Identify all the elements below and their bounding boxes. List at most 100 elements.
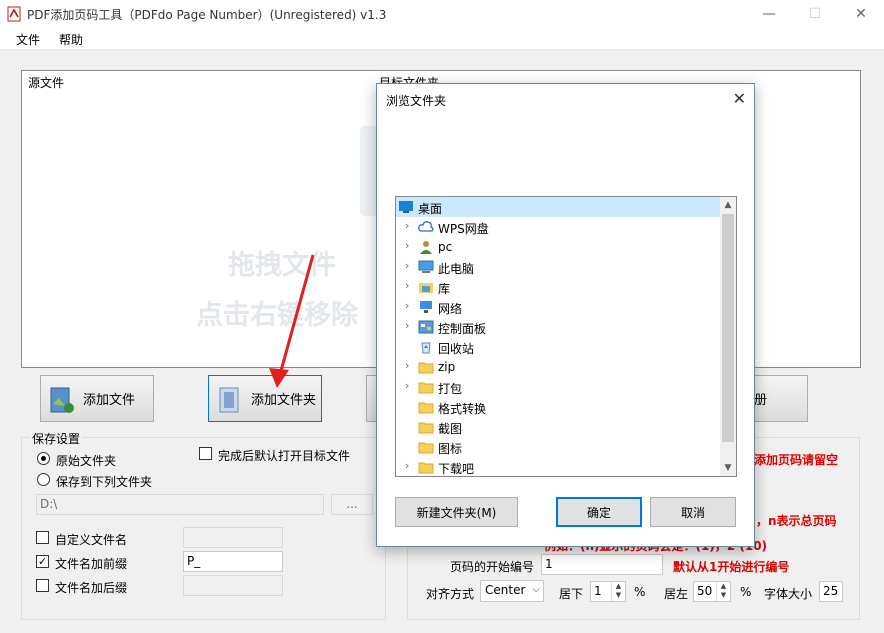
prefix-input[interactable]: P_ xyxy=(183,551,283,572)
expand-chevron-icon[interactable]: › xyxy=(405,239,415,252)
radio-save-to-folder[interactable] xyxy=(37,473,50,486)
tree-item[interactable]: › zip xyxy=(396,357,722,377)
tree-item-label: 打包 xyxy=(438,382,463,396)
left-stepper[interactable]: 50 ▲ ▼ xyxy=(693,581,731,602)
folder-icon xyxy=(418,420,434,434)
new-folder-button[interactable]: 新建文件夹(M) xyxy=(395,497,518,527)
bottom-unit: % xyxy=(634,585,646,599)
folder-icon xyxy=(418,400,434,414)
scroll-down-icon[interactable]: ▼ xyxy=(720,460,736,476)
expand-chevron-icon[interactable]: › xyxy=(405,459,415,472)
expand-chevron-icon[interactable]: › xyxy=(405,259,415,272)
window-title: PDF添加页码工具（PDFdo Page Number）(Unregistere… xyxy=(27,8,387,22)
radio-original-folder[interactable] xyxy=(37,452,50,465)
minimize-button[interactable]: — xyxy=(746,0,792,28)
user-icon xyxy=(418,240,434,254)
menu-file[interactable]: 文件 xyxy=(16,31,40,48)
align-label: 对齐方式 xyxy=(426,587,475,601)
cancel-button[interactable]: 取消 xyxy=(650,497,736,527)
tree-item-label: WPS网盘 xyxy=(438,222,489,236)
custom-name-input[interactable] xyxy=(183,527,283,548)
browse-folder-dialog: 浏览文件夹 ✕ › 下载吧 图标 截图 格式转换 › 打包 › zip 回收站 › 控制面板 › 网络 › 库… xyxy=(376,83,755,547)
prefix-label: 文件名加前缀 xyxy=(55,557,128,571)
close-button[interactable]: ✕ xyxy=(838,0,884,28)
open-after-label: 完成后默认打开目标文件 xyxy=(218,449,351,463)
app-pdf-icon xyxy=(7,6,21,22)
tree-item[interactable]: 图标 xyxy=(396,437,722,457)
tree-item[interactable]: › 打包 xyxy=(396,377,722,397)
recycle-bin-icon xyxy=(418,340,434,354)
column-source-file[interactable]: 源文件 xyxy=(28,74,64,91)
desktop-icon xyxy=(398,200,414,214)
register-button[interactable]: 册 xyxy=(754,375,808,422)
scrollbar-thumb[interactable] xyxy=(722,214,734,442)
folder-icon xyxy=(418,360,434,374)
folder-icon xyxy=(418,460,434,474)
note-leave-blank: 添加页码请留空 xyxy=(754,453,839,467)
tree-scrollbar[interactable]: ▲ ▼ xyxy=(720,197,736,476)
tree-item-label: 回收站 xyxy=(438,342,475,356)
maximize-button[interactable]: ☐ xyxy=(792,0,838,28)
output-path-input[interactable]: D:\ xyxy=(36,494,324,515)
prefix-checkbox[interactable]: ✓ xyxy=(36,555,49,568)
tree-item[interactable]: › 控制面板 xyxy=(396,317,722,337)
control-panel-icon xyxy=(418,320,434,334)
title-bar: PDF添加页码工具（PDFdo Page Number）(Unregistere… xyxy=(0,0,884,28)
tree-item-label: pc xyxy=(438,240,453,254)
close-icon: ✕ xyxy=(855,6,867,22)
stepper-arrows-icon[interactable]: ▲ ▼ xyxy=(611,582,625,601)
cloud-icon xyxy=(418,220,434,234)
folder-tree[interactable]: › 下载吧 图标 截图 格式转换 › 打包 › zip 回收站 › 控制面板 › 网络 › 库 › 此电脑 › pc ›… xyxy=(395,196,737,477)
tree-item[interactable]: › 下载吧 xyxy=(396,457,722,476)
bottom-label: 居下 xyxy=(559,587,584,601)
suffix-checkbox[interactable] xyxy=(36,579,49,592)
tree-item[interactable]: › 网络 xyxy=(396,297,722,317)
suffix-input[interactable] xyxy=(183,575,283,596)
open-after-checkbox[interactable] xyxy=(199,447,212,460)
save-to-folder-label: 保存到下列文件夹 xyxy=(56,475,153,489)
tree-item[interactable]: › pc xyxy=(396,237,722,257)
bottom-stepper[interactable]: 1 ▲ ▼ xyxy=(590,581,626,602)
browse-button[interactable]: ... xyxy=(331,494,373,515)
scroll-up-icon[interactable]: ▲ xyxy=(720,197,736,213)
expand-chevron-icon[interactable]: › xyxy=(405,379,415,392)
custom-name-label: 自定义文件名 xyxy=(55,533,128,547)
menu-help[interactable]: 帮助 xyxy=(59,31,83,48)
folder-icon xyxy=(418,440,434,454)
dialog-close-button[interactable]: ✕ xyxy=(733,89,746,108)
font-size-label: 字体大小 xyxy=(764,587,813,601)
custom-name-checkbox[interactable] xyxy=(36,531,49,544)
add-folder-label: 添加文件夹 xyxy=(251,393,317,408)
tree-item-label: 库 xyxy=(438,282,451,296)
tree-item[interactable]: 回收站 xyxy=(396,337,722,357)
tree-item[interactable]: › 此电脑 xyxy=(396,257,722,277)
expand-chevron-icon[interactable]: › xyxy=(405,279,415,292)
tree-item[interactable]: › WPS网盘 xyxy=(396,217,722,237)
start-number-input[interactable]: 1 xyxy=(541,554,663,575)
tree-item-label: 桌面 xyxy=(418,202,443,216)
align-value: Center xyxy=(485,583,526,597)
add-folder-icon xyxy=(219,387,239,412)
expand-chevron-icon[interactable]: › xyxy=(405,299,415,312)
tree-item[interactable]: 格式转换 xyxy=(396,397,722,417)
align-select[interactable]: Center ⌵ xyxy=(480,580,544,602)
expand-chevron-icon[interactable]: › xyxy=(405,359,415,372)
tree-item-label: 控制面板 xyxy=(438,322,487,336)
chevron-down-icon: ⌵ xyxy=(532,584,540,595)
tree-item[interactable]: 截图 xyxy=(396,417,722,437)
add-file-button[interactable]: 添加文件 xyxy=(40,375,154,422)
expand-chevron-icon[interactable]: › xyxy=(405,319,415,332)
tree-item-label: 格式转换 xyxy=(438,402,487,416)
note-total-pages: ，n表示总页码 xyxy=(756,514,837,528)
tree-item-label: 此电脑 xyxy=(438,262,475,276)
tree-item[interactable]: 桌面 xyxy=(396,197,722,217)
save-settings-title: 保存设置 xyxy=(30,430,83,447)
network-icon xyxy=(418,300,434,314)
ok-button[interactable]: 确定 xyxy=(556,497,642,527)
expand-chevron-icon[interactable]: › xyxy=(405,219,415,232)
add-file-icon xyxy=(50,387,74,413)
bottom-value: 1 xyxy=(594,584,602,598)
stepper-arrows-icon[interactable]: ▲ ▼ xyxy=(716,582,730,601)
tree-item[interactable]: › 库 xyxy=(396,277,722,297)
font-size-input[interactable]: 25 xyxy=(819,581,843,602)
